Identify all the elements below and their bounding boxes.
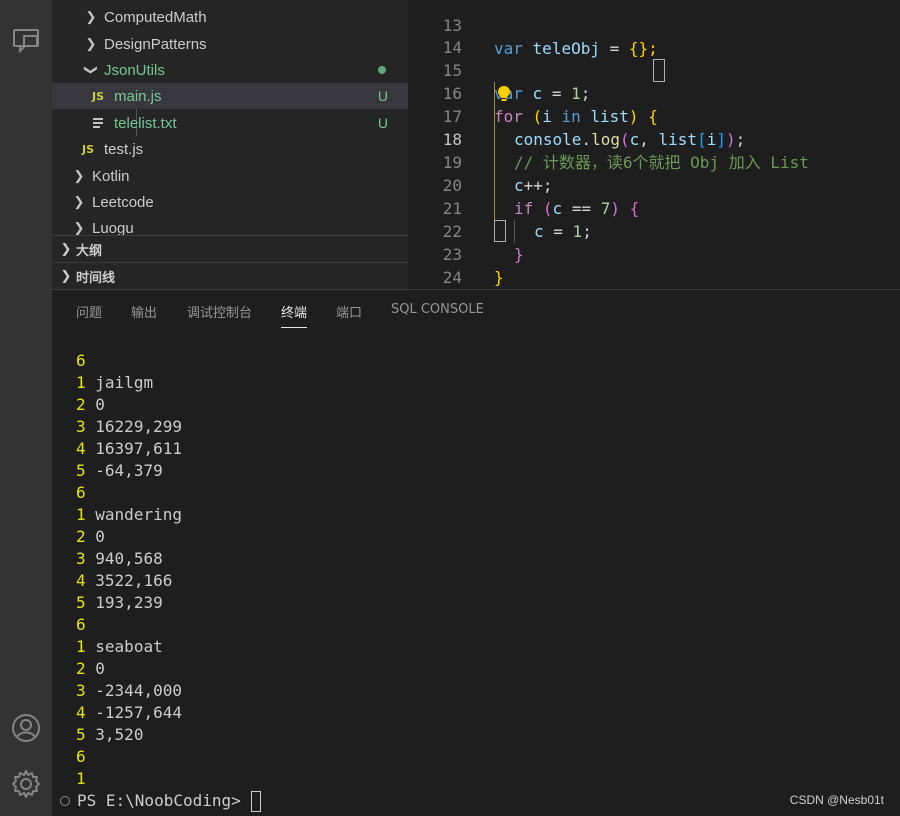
code-line: 23 } [442,245,504,287]
timeline-section-header[interactable]: ❯ 时间线 [52,262,408,289]
outline-section-header[interactable]: ❯ 大纲 [52,235,408,262]
code-line: 13 var teleObj = {}; [442,16,658,58]
code-line: 16 for (i in list) { [442,84,658,126]
chevron-right-icon: ❯ [85,9,97,24]
account-icon[interactable] [8,710,44,746]
command-status-icon [60,796,70,806]
chevron-right-icon: ❯ [85,36,97,51]
terminal-line: 1 [76,769,86,788]
tab-debug-console[interactable]: 调试控制台 [187,302,252,326]
tree-item-label: Luogu [92,219,134,237]
modified-dot [378,66,386,74]
terminal-line: 5 -64,379 [76,461,163,480]
activity-bar [0,0,52,816]
terminal-line: 6 [76,747,86,766]
code-line: 19 c++; [442,153,553,195]
tree-item-label: ComputedMath [104,8,207,26]
chevron-right-icon: ❯ [73,220,85,235]
code-line: 21 c = 1; [442,199,592,243]
prompt-text: PS E:\NoobCoding> [77,791,241,810]
terminal-line: 3 -2344,000 [76,681,182,700]
text-file-icon [92,117,114,129]
bottom-panel: 问题 输出 调试控制台 终端 端口 SQL CONSOLE 6 1 jailgm… [52,289,900,816]
chevron-right-icon: ❯ [60,241,72,257]
watermark: CSDN @Nesb01t [789,793,884,807]
git-status-badge: U [377,88,388,104]
code-line: 18 // 计数器，读6个就把 Obj 加入 List [442,130,809,172]
chevron-down-icon: ❯ [84,64,99,76]
tree-item-label: telelist.txt [114,114,177,132]
tab-sql-console[interactable]: SQL CONSOLE [391,302,484,326]
code-line: 20 if (c == 7) { [442,176,640,218]
tree-folder-computedmath[interactable]: ❯ ComputedMath [52,4,408,30]
tree-item-label: JsonUtils [104,61,165,79]
terminal-line: 1 wandering [76,505,182,524]
tree-folder-leetcode[interactable]: ❯ Leetcode [52,189,408,215]
terminal-line: 3 940,568 [76,549,163,568]
section-title: 大纲 [76,243,103,259]
js-file-icon: JS [82,142,95,156]
tab-terminal[interactable]: 终端 [281,302,308,328]
terminal-line: 6 [76,351,86,370]
tree-item-label: test.js [104,140,144,158]
section-title: 时间线 [76,270,116,286]
panel-tabs: 问题 输出 调试控制台 终端 端口 SQL CONSOLE [52,290,900,332]
terminal-line: 1 seaboat [76,637,163,656]
lightbulb-icon[interactable] [497,85,511,103]
code-editor[interactable]: 13 var teleObj = {}; 14 15 var c = 1; 16… [408,0,900,289]
remote-explorer-icon[interactable] [8,22,44,58]
git-status-badge: U [377,115,388,131]
code-line: 17 console.log(c, list[i]); [442,107,746,149]
terminal-line: 2 0 [76,395,105,414]
tree-item-label: Leetcode [92,193,154,211]
terminal-cursor [250,790,261,812]
tree-file-telelist-txt[interactable]: telelist.txt U [52,110,408,136]
terminal-line: 6 [76,615,86,634]
code-line: 22 } [442,222,524,264]
tree-file-main-js[interactable]: JS main.js U [52,83,408,109]
tab-problems[interactable]: 问题 [76,302,102,326]
terminal-line: 4 -1257,644 [76,703,182,722]
terminal-line: 4 3522,166 [76,571,173,590]
terminal-line: 2 0 [76,659,105,678]
code-line: 24 [442,268,462,287]
terminal-line: 6 [76,483,86,502]
chevron-right-icon: ❯ [73,194,85,209]
tree-folder-designpatterns[interactable]: ❯ DesignPatterns [52,31,408,57]
terminal-prompt[interactable]: PS E:\NoobCoding> [60,790,261,812]
tab-ports[interactable]: 端口 [336,302,362,326]
tree-folder-jsonutils[interactable]: ❯ JsonUtils [52,57,408,83]
terminal-line: 4 16397,611 [76,439,182,458]
chevron-right-icon: ❯ [60,268,72,284]
terminal-line: 5 193,239 [76,593,163,612]
tree-item-label: main.js [114,87,162,105]
terminal-line: 3 16229,299 [76,417,182,436]
tree-item-label: Kotlin [92,167,130,185]
settings-gear-icon[interactable] [8,766,44,802]
terminal-line: 1 jailgm [76,373,154,392]
terminal-line: 5 3,520 [76,725,144,744]
tab-output[interactable]: 输出 [131,302,157,326]
explorer-sidebar: ❯ ComputedMath ❯ DesignPatterns ❯ JsonUt… [52,0,408,289]
tree-file-test-js[interactable]: JS test.js [52,136,408,162]
tree-item-label: DesignPatterns [104,35,207,53]
js-file-icon: JS [92,89,105,103]
chevron-right-icon: ❯ [73,168,85,183]
code-line: 15 var c = 1; [442,61,591,103]
tree-folder-kotlin[interactable]: ❯ Kotlin [52,163,408,189]
code-line: 14 [442,38,462,57]
terminal-output[interactable]: 6 1 jailgm 2 0 3 16229,299 4 16397,611 5… [76,350,182,790]
terminal-line: 2 0 [76,527,105,546]
